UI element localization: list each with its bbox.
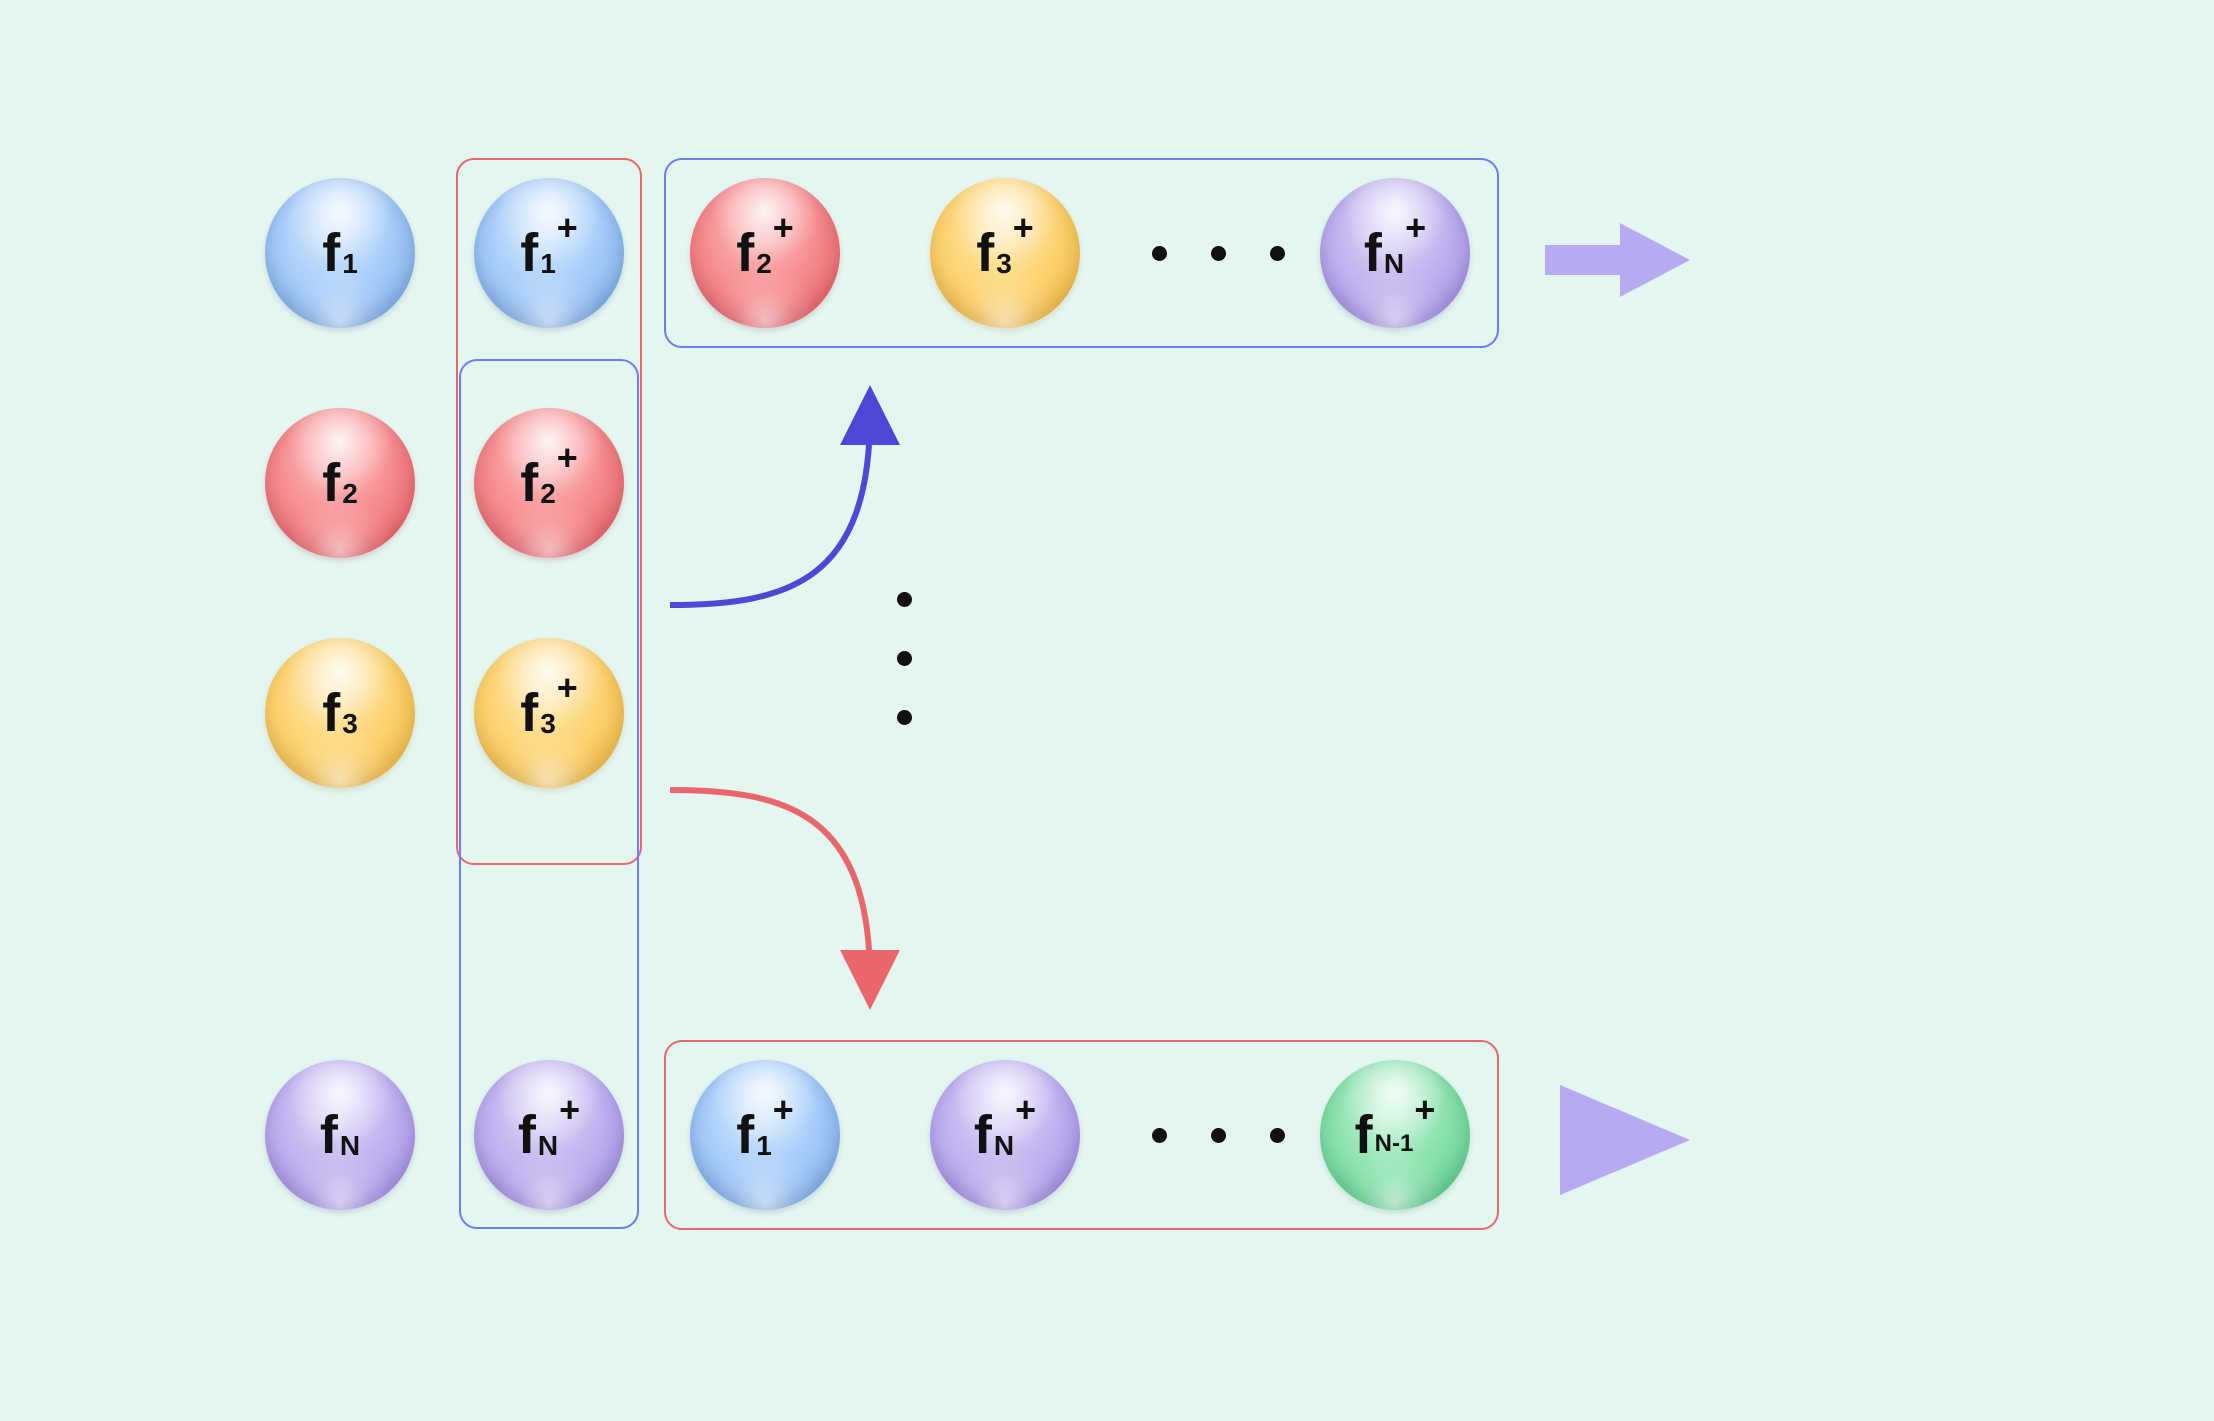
node-f3p-sub: 3 <box>540 710 556 738</box>
node-fnp-sub: N <box>538 1132 558 1160</box>
node-bot-2: fN+ <box>930 1060 1080 1210</box>
node-f3: f3 <box>265 638 415 788</box>
node-fn: fN <box>265 1060 415 1210</box>
node-bot-4: fN-1+ <box>1320 1060 1470 1210</box>
node-f1p-sub: 1 <box>540 250 556 278</box>
node-fnp-base: f <box>518 1108 536 1162</box>
node-f3-base: f <box>322 686 340 740</box>
node-bot-1: f1+ <box>690 1060 840 1210</box>
node-f3p: f3+ <box>474 638 624 788</box>
node-f1p-sup: + <box>557 210 578 246</box>
node-f3p-base: f <box>520 686 538 740</box>
curve-down-arrow-icon <box>660 770 920 1000</box>
node-f1p-base: f <box>520 226 538 280</box>
node-fnp-sup: + <box>559 1092 580 1128</box>
node-fn-sub: N <box>340 1132 360 1160</box>
node-f2-sub: 2 <box>342 480 358 508</box>
node-top-4: fN+ <box>1320 178 1470 328</box>
arrow-right-bottom-icon <box>1540 1080 1700 1200</box>
node-f2: f2 <box>265 408 415 558</box>
node-f1: f1 <box>265 178 415 328</box>
node-fn-base: f <box>320 1108 338 1162</box>
node-top-2: f3+ <box>930 178 1080 328</box>
node-f1-sub: 1 <box>342 250 358 278</box>
node-f2p-sup: + <box>557 440 578 476</box>
node-f3-sub: 3 <box>342 710 358 738</box>
node-f2-base: f <box>322 456 340 510</box>
node-f2p-base: f <box>520 456 538 510</box>
node-top-1: f2+ <box>690 178 840 328</box>
node-f2p: f2+ <box>474 408 624 558</box>
curve-up-arrow-icon <box>660 395 920 625</box>
row-bottom-ellipsis <box>1130 1128 1307 1143</box>
node-f1p: f1+ <box>474 178 624 328</box>
arrow-right-top-icon <box>1540 215 1700 305</box>
node-f3p-sup: + <box>557 670 578 706</box>
row-top-ellipsis <box>1130 246 1307 261</box>
node-f1-base: f <box>322 226 340 280</box>
node-f2p-sub: 2 <box>540 480 556 508</box>
diagram-stage: f1 f2 f3 fN f1+ f2+ f3+ fN+ f2+ f3+ fN+ … <box>0 0 2214 1421</box>
node-fnp: fN+ <box>474 1060 624 1210</box>
